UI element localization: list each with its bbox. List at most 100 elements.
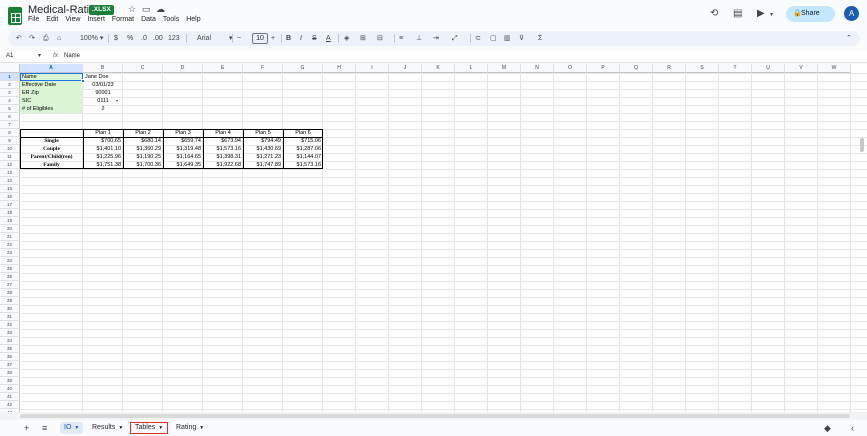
- horizontal-align-icon[interactable]: ≡: [399, 33, 403, 44]
- row-header[interactable]: 28: [0, 289, 20, 297]
- font-select[interactable]: Arial ▾: [197, 33, 233, 44]
- sheet-tab-tables[interactable]: Tables ▼: [130, 422, 169, 434]
- insert-comment-icon[interactable]: ▢: [490, 33, 497, 44]
- row-header[interactable]: 36: [0, 353, 20, 361]
- row-header[interactable]: 33: [0, 329, 20, 337]
- row-header[interactable]: 20: [0, 225, 20, 233]
- row-header[interactable]: 8: [0, 129, 20, 137]
- info-value-cell[interactable]: 2: [83, 105, 123, 113]
- row-header[interactable]: 13: [0, 169, 20, 177]
- menu-view[interactable]: View: [65, 16, 80, 23]
- italic-button[interactable]: I: [300, 33, 302, 44]
- chevron-down-icon[interactable]: ▼: [74, 425, 79, 431]
- explore-icon[interactable]: ◆: [824, 423, 831, 434]
- currency-format-button[interactable]: $: [114, 33, 118, 44]
- text-rotation-icon[interactable]: ⤢: [452, 33, 458, 44]
- horizontal-scrollbar[interactable]: [20, 414, 850, 418]
- menu-edit[interactable]: Edit: [46, 16, 58, 23]
- star-icon[interactable]: ☆: [128, 4, 136, 15]
- strikethrough-icon[interactable]: S: [312, 33, 317, 44]
- column-header[interactable]: I: [356, 64, 389, 73]
- add-sheet-icon[interactable]: +: [24, 423, 29, 433]
- font-size-input[interactable]: 10: [252, 33, 268, 44]
- column-header[interactable]: L: [455, 64, 488, 73]
- row-header[interactable]: 38: [0, 369, 20, 377]
- column-header[interactable]: Q: [620, 64, 653, 73]
- row-header[interactable]: 2: [0, 81, 20, 89]
- row-header[interactable]: 11: [0, 153, 20, 161]
- sheet-tab-results[interactable]: Results ▼: [88, 422, 127, 434]
- filter-icon[interactable]: ⊽: [519, 33, 524, 44]
- functions-icon[interactable]: Σ: [538, 33, 542, 44]
- borders-icon[interactable]: ⊞: [360, 33, 366, 44]
- insert-chart-icon[interactable]: ▥: [504, 33, 511, 44]
- menu-insert[interactable]: Insert: [87, 16, 105, 23]
- row-header[interactable]: 1: [0, 73, 20, 81]
- column-header[interactable]: E: [203, 64, 243, 73]
- history-icon[interactable]: ⟲: [710, 8, 718, 19]
- row-header[interactable]: 42: [0, 401, 20, 409]
- column-header[interactable]: F: [243, 64, 283, 73]
- select-all-corner[interactable]: [0, 64, 20, 73]
- row-header[interactable]: 25: [0, 265, 20, 273]
- text-wrap-icon[interactable]: ⇥: [433, 33, 439, 44]
- redo-icon[interactable]: ↷: [29, 33, 35, 44]
- row-header[interactable]: 9: [0, 137, 20, 145]
- column-header[interactable]: J: [389, 64, 422, 73]
- increase-font-size-button[interactable]: +: [271, 33, 275, 44]
- menu-data[interactable]: Data: [141, 16, 156, 23]
- info-value-cell[interactable]: 03/01/23: [83, 81, 123, 89]
- menu-file[interactable]: File: [28, 16, 39, 23]
- sheet-tab-rating[interactable]: Rating ▼: [172, 422, 208, 434]
- move-folder-icon[interactable]: ▭: [142, 4, 151, 15]
- column-header[interactable]: H: [323, 64, 356, 73]
- row-header[interactable]: 29: [0, 297, 20, 305]
- column-header[interactable]: N: [521, 64, 554, 73]
- info-label-cell[interactable]: # of Eligibles: [20, 105, 83, 113]
- column-header[interactable]: D: [163, 64, 203, 73]
- column-header[interactable]: R: [653, 64, 686, 73]
- column-header[interactable]: K: [422, 64, 455, 73]
- row-header[interactable]: 23: [0, 249, 20, 257]
- row-header[interactable]: 39: [0, 377, 20, 385]
- side-panel-toggle-icon[interactable]: ‹: [851, 423, 854, 433]
- paint-format-icon[interactable]: ⌂: [57, 33, 61, 44]
- row-header[interactable]: 27: [0, 281, 20, 289]
- row-header[interactable]: 30: [0, 305, 20, 313]
- avatar[interactable]: A: [844, 6, 859, 21]
- row-header[interactable]: 6: [0, 113, 20, 121]
- name-box-dropdown-icon[interactable]: ▾: [38, 52, 41, 59]
- column-header[interactable]: A: [20, 64, 83, 73]
- row-header[interactable]: 24: [0, 257, 20, 265]
- vertical-scrollbar[interactable]: [860, 138, 864, 152]
- undo-icon[interactable]: ↶: [16, 33, 22, 44]
- row-header[interactable]: 21: [0, 233, 20, 241]
- increase-decimal-button[interactable]: .00: [153, 33, 163, 44]
- column-header[interactable]: O: [554, 64, 587, 73]
- row-header[interactable]: 40: [0, 385, 20, 393]
- meet-dropdown-icon[interactable]: ▾: [770, 11, 773, 18]
- fill-handle[interactable]: [81, 79, 85, 83]
- cloud-status-icon[interactable]: ☁: [156, 4, 165, 15]
- column-header[interactable]: W: [818, 64, 851, 73]
- column-header[interactable]: G: [283, 64, 323, 73]
- spreadsheet-grid[interactable]: A B C D E F G H I J K L M N O P Q R S T U V W 1 2 3 4 5 6 7 8 9 10 11 12 13…: [0, 64, 867, 412]
- row-header[interactable]: 18: [0, 209, 20, 217]
- collapse-toolbar-icon[interactable]: ⌃: [846, 33, 852, 44]
- meet-icon[interactable]: ▶: [757, 8, 765, 19]
- row-header[interactable]: 16: [0, 193, 20, 201]
- row-header[interactable]: 26: [0, 273, 20, 281]
- row-header[interactable]: 41: [0, 393, 20, 401]
- info-value-cell[interactable]: Jane Doe: [83, 73, 123, 81]
- row-header[interactable]: 22: [0, 241, 20, 249]
- row-header[interactable]: 3: [0, 89, 20, 97]
- row-header[interactable]: 10: [0, 145, 20, 153]
- zoom-select[interactable]: 100% ▾: [80, 33, 103, 44]
- row-header[interactable]: 34: [0, 337, 20, 345]
- column-header[interactable]: C: [123, 64, 163, 73]
- column-header[interactable]: B: [83, 64, 123, 73]
- chevron-down-icon[interactable]: ▼: [118, 425, 123, 431]
- row-header[interactable]: 32: [0, 321, 20, 329]
- column-header[interactable]: S: [686, 64, 719, 73]
- formula-input[interactable]: Name: [64, 53, 80, 59]
